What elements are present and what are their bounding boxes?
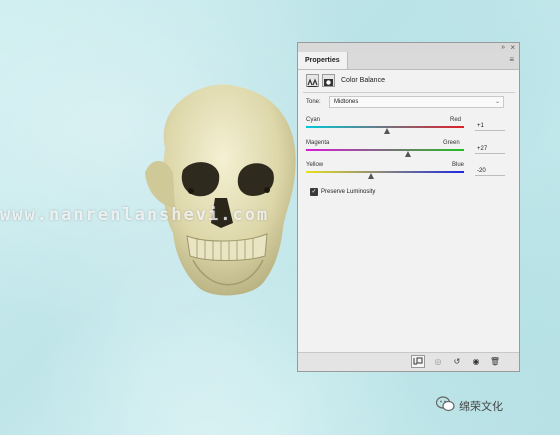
panel-tab-bar: Properties ≡ — [298, 52, 519, 70]
panel-bottom-toolbar: ◎ ↺ ◉ 🗑 — [298, 352, 519, 371]
skull-image — [145, 84, 296, 296]
visibility-icon[interactable]: ◉ — [469, 355, 483, 368]
panel-title-bar: » × — [298, 43, 519, 52]
blue-label: Blue — [452, 162, 465, 168]
properties-panel: » × Properties ≡ Color Balance Tone: Mid… — [297, 42, 520, 372]
watermark-text: www.nanrenlanshevi.com — [0, 205, 270, 225]
tone-label: Tone: — [306, 99, 321, 105]
delete-icon[interactable]: 🗑 — [488, 355, 502, 368]
clip-to-layer-icon[interactable] — [411, 355, 425, 368]
view-previous-state-icon[interactable]: ◎ — [431, 355, 445, 368]
reset-icon[interactable]: ↺ — [450, 355, 464, 368]
magenta-green-slider[interactable] — [306, 149, 464, 151]
preserve-luminosity-label: Preserve Luminosity — [321, 189, 376, 195]
close-icon[interactable]: × — [510, 43, 515, 52]
chevron-down-icon: ⌄ — [494, 99, 500, 105]
brand-name: 绵荣文化 — [459, 400, 503, 413]
magenta-green-thumb[interactable] — [405, 151, 411, 157]
magenta-green-value[interactable]: +27 — [475, 144, 505, 154]
panel-menu-icon[interactable]: ≡ — [509, 55, 514, 64]
preserve-luminosity-checkbox[interactable]: ✓ — [310, 188, 318, 196]
divider — [303, 92, 515, 93]
tone-select-value: Midtones — [334, 99, 359, 105]
tab-properties[interactable]: Properties — [298, 52, 348, 69]
adjustment-title: Color Balance — [341, 77, 385, 84]
yellow-blue-slider[interactable] — [306, 171, 464, 173]
yellow-blue-thumb[interactable] — [368, 173, 374, 179]
wechat-icon — [436, 396, 455, 412]
magenta-label: Magenta — [306, 140, 330, 146]
tone-select[interactable]: Midtones ⌄ — [329, 96, 504, 108]
green-label: Green — [443, 140, 460, 146]
cyan-red-value[interactable]: +1 — [475, 121, 505, 131]
color-balance-icon[interactable] — [306, 74, 319, 87]
cyan-label: Cyan — [306, 117, 321, 123]
yellow-label: Yellow — [306, 162, 324, 168]
yellow-blue-value[interactable]: -20 — [475, 166, 505, 176]
layer-mask-icon[interactable] — [322, 74, 335, 87]
cyan-red-thumb[interactable] — [384, 128, 390, 134]
collapse-icon[interactable]: » — [501, 43, 505, 52]
red-label: Red — [450, 117, 462, 123]
